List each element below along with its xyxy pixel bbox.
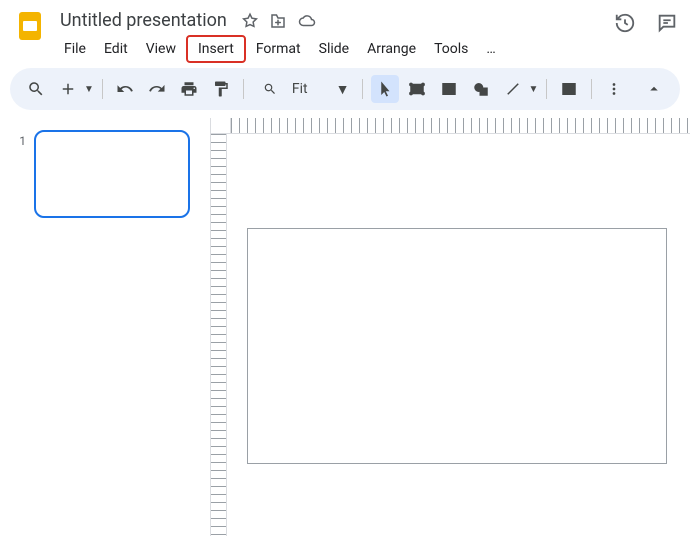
history-icon[interactable] bbox=[614, 12, 636, 34]
slide-thumbnails-panel: 1 bbox=[0, 118, 210, 536]
menu-view[interactable]: View bbox=[138, 37, 184, 61]
new-slide-dropdown[interactable]: ▼ bbox=[84, 84, 94, 95]
toolbar: ▼ Fit ▼ ▼ bbox=[10, 68, 680, 110]
ruler-corner bbox=[211, 118, 231, 134]
comment-icon[interactable] bbox=[656, 12, 678, 34]
line-dropdown[interactable]: ▼ bbox=[529, 84, 539, 95]
menu-edit[interactable]: Edit bbox=[96, 37, 136, 61]
shape-tool[interactable] bbox=[467, 75, 495, 103]
slide-thumbnail-1[interactable] bbox=[34, 130, 190, 218]
slide-number: 1 bbox=[8, 130, 26, 524]
menu-tools[interactable]: Tools bbox=[426, 37, 476, 61]
star-icon[interactable] bbox=[241, 12, 259, 30]
document-title[interactable]: Untitled presentation bbox=[56, 8, 231, 33]
menu-slide[interactable]: Slide bbox=[311, 37, 357, 61]
vertical-ruler bbox=[211, 134, 227, 536]
zoom-dropdown[interactable]: ▼ bbox=[336, 81, 350, 98]
paint-format-button[interactable] bbox=[207, 75, 235, 103]
slides-logo[interactable] bbox=[12, 8, 48, 44]
more-tools[interactable] bbox=[600, 75, 628, 103]
slide-canvas[interactable] bbox=[247, 228, 667, 464]
search-button[interactable] bbox=[22, 75, 50, 103]
image-tool[interactable] bbox=[435, 75, 463, 103]
new-slide-button[interactable] bbox=[54, 75, 82, 103]
textbox-tool[interactable] bbox=[403, 75, 431, 103]
horizontal-ruler bbox=[231, 118, 690, 134]
menu-arrange[interactable]: Arrange bbox=[359, 37, 424, 61]
redo-button[interactable] bbox=[143, 75, 171, 103]
menu-insert[interactable]: Insert bbox=[186, 35, 246, 63]
print-button[interactable] bbox=[175, 75, 203, 103]
line-tool[interactable] bbox=[499, 75, 527, 103]
zoom-button[interactable] bbox=[256, 75, 284, 103]
add-comment-button[interactable] bbox=[555, 75, 583, 103]
menu-bar: File Edit View Insert Format Slide Arran… bbox=[56, 35, 614, 63]
select-tool[interactable] bbox=[371, 75, 399, 103]
cloud-icon[interactable] bbox=[297, 12, 317, 30]
menu-more[interactable]: … bbox=[478, 37, 503, 61]
canvas-area bbox=[210, 118, 690, 536]
collapse-toolbar[interactable] bbox=[640, 75, 668, 103]
undo-button[interactable] bbox=[111, 75, 139, 103]
zoom-level[interactable]: Fit bbox=[288, 81, 312, 97]
move-icon[interactable] bbox=[269, 12, 287, 30]
menu-format[interactable]: Format bbox=[248, 37, 309, 61]
menu-file[interactable]: File bbox=[56, 37, 94, 61]
